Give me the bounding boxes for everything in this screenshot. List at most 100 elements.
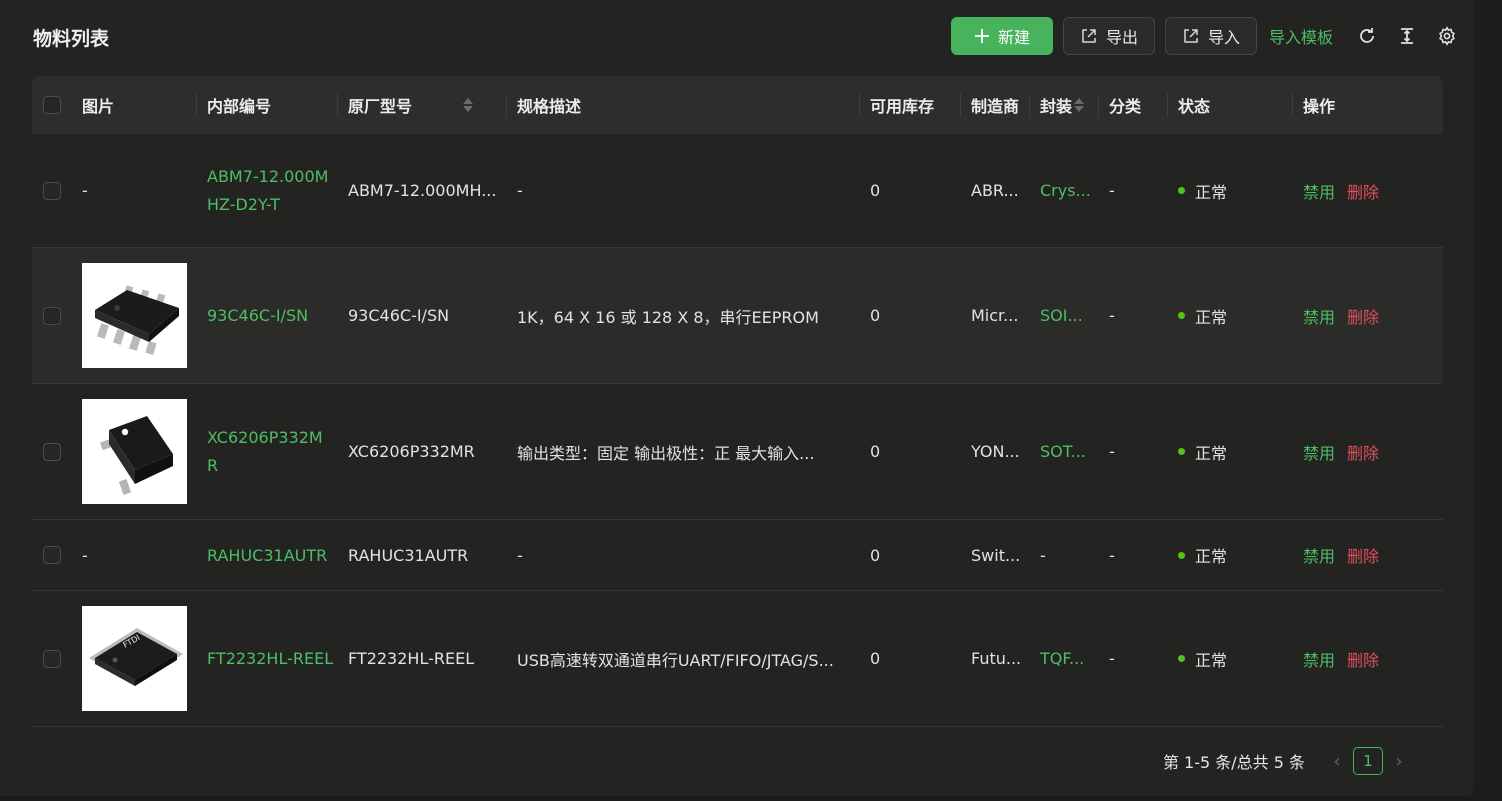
part-image-sot23[interactable]: [82, 399, 187, 504]
mfr-part: XC6206P332MR: [348, 442, 475, 461]
table-row[interactable]: - ABM7-12.000MHZ-D2Y-T ABM7-12.000MH... …: [32, 134, 1443, 248]
row-actions: 禁用 删除: [1303, 248, 1391, 383]
new-button-label: 新建: [997, 28, 1030, 47]
disable-button[interactable]: 禁用: [1303, 543, 1335, 567]
table-row[interactable]: - RAHUC31AUTR RAHUC31AUTR - 0 Swit... - …: [32, 520, 1443, 591]
spec-text: -: [517, 181, 523, 200]
column-header-mfr-part-label: 原厂型号: [348, 97, 413, 116]
page-button-current[interactable]: 1: [1353, 747, 1383, 775]
column-header-image: 图片: [82, 97, 115, 116]
delete-button[interactable]: 删除: [1347, 440, 1379, 464]
spec-text: -: [517, 545, 523, 565]
row-checkbox[interactable]: [43, 306, 61, 325]
category: -: [1109, 181, 1115, 200]
package-link[interactable]: Crys...: [1040, 134, 1092, 247]
pagination: 第 1-5 条/总共 5 条 ‹ 1 ›: [1163, 745, 1415, 777]
column-divider: [1292, 93, 1293, 117]
table-row[interactable]: FTDI FT2232HL-REEL FT2232HL-REEL USB高速转双…: [32, 591, 1443, 727]
disable-button[interactable]: 禁用: [1303, 647, 1335, 671]
stock-value: 0: [870, 306, 881, 325]
internal-no-link[interactable]: XC6206P332MR: [207, 384, 329, 519]
sort-icon[interactable]: [1074, 98, 1085, 112]
page-title: 物料列表: [33, 28, 110, 50]
package-link[interactable]: SOT...: [1040, 384, 1092, 519]
stock-value: 0: [870, 545, 881, 565]
row-density-icon[interactable]: [1396, 25, 1418, 47]
row-checkbox[interactable]: [43, 181, 61, 200]
status-dot-icon: [1178, 187, 1185, 194]
row-checkbox[interactable]: [43, 649, 61, 668]
part-image-soic8[interactable]: [82, 263, 187, 368]
row-actions: 禁用 删除: [1303, 134, 1391, 247]
import-icon: [1184, 29, 1198, 43]
table-row[interactable]: 93C46C-I/SN 93C46C-I/SN 1K，64 X 16 或 128…: [32, 248, 1443, 384]
row-checkbox[interactable]: [43, 442, 61, 461]
status-dot-icon: [1178, 655, 1185, 662]
prev-page-chevron-icon[interactable]: ‹: [1325, 751, 1349, 772]
status-badge: 正常: [1178, 384, 1227, 519]
row-actions: 禁用 删除: [1303, 520, 1391, 590]
stock-value: 0: [870, 649, 881, 668]
column-header-stock: 可用库存: [870, 97, 935, 116]
status-dot-icon: [1178, 551, 1185, 559]
status-text: 正常: [1195, 182, 1228, 202]
import-button-label: 导入: [1207, 28, 1240, 47]
column-divider: [196, 93, 197, 117]
status-badge: 正常: [1178, 134, 1227, 247]
column-header-category: 分类: [1109, 97, 1142, 116]
select-all-checkbox[interactable]: [43, 96, 61, 114]
package-text: -: [1040, 545, 1046, 565]
manufacturer: Micr...: [971, 306, 1019, 325]
status-text: 正常: [1195, 443, 1228, 463]
new-button[interactable]: 新建: [950, 17, 1053, 55]
next-page-chevron-icon[interactable]: ›: [1387, 751, 1411, 772]
category: -: [1109, 649, 1115, 668]
mfr-part: 93C46C-I/SN: [348, 306, 450, 325]
import-template-link[interactable]: 导入模板: [1269, 24, 1333, 48]
toolbar: 新建 导出 导入 导入模板: [950, 16, 1474, 56]
disable-button[interactable]: 禁用: [1303, 304, 1335, 328]
disable-button[interactable]: 禁用: [1303, 179, 1335, 203]
internal-no-link[interactable]: RAHUC31AUTR: [207, 520, 335, 590]
stock-value: 0: [870, 181, 881, 200]
delete-button[interactable]: 删除: [1347, 304, 1379, 328]
package-link[interactable]: SOI...: [1040, 248, 1092, 383]
plus-icon: [974, 29, 989, 43]
select-all-checkbox-cell: [43, 76, 61, 134]
internal-no-link[interactable]: 93C46C-I/SN: [207, 248, 329, 383]
delete-button[interactable]: 删除: [1347, 647, 1379, 671]
settings-gear-icon[interactable]: [1436, 25, 1458, 47]
delete-button[interactable]: 删除: [1347, 179, 1379, 203]
table-row[interactable]: XC6206P332MR XC6206P332MR 输出类型：固定 输出极性：正…: [32, 384, 1443, 520]
row-actions: 禁用 删除: [1303, 591, 1391, 726]
spec-text: USB高速转双通道串行UART/FIFO/JTAG/S...: [517, 650, 834, 670]
export-button[interactable]: 导出: [1062, 17, 1155, 55]
import-button[interactable]: 导入: [1164, 17, 1257, 55]
manufacturer: YON...: [971, 442, 1020, 461]
spec-text: 1K，64 X 16 或 128 X 8，串行EEPROM: [517, 307, 819, 327]
part-image-tqfp[interactable]: FTDI: [82, 606, 187, 711]
status-badge: 正常: [1178, 591, 1227, 726]
column-header-actions: 操作: [1303, 97, 1336, 116]
column-header-package[interactable]: 封装: [1040, 76, 1085, 134]
row-actions: 禁用 删除: [1303, 384, 1391, 519]
disable-button[interactable]: 禁用: [1303, 440, 1335, 464]
column-divider: [337, 93, 338, 117]
row-checkbox[interactable]: [43, 546, 61, 564]
column-divider: [1167, 93, 1168, 117]
internal-no-link[interactable]: FT2232HL-REEL: [207, 591, 335, 726]
table-header: 图片 内部编号 原厂型号 规格描述 可用库存 制造商 封装 分类 状态 操作: [32, 76, 1443, 134]
material-table: 图片 内部编号 原厂型号 规格描述 可用库存 制造商 封装 分类 状态 操作 -…: [32, 76, 1443, 727]
stock-value: 0: [870, 442, 881, 461]
column-header-internal-no: 内部编号: [207, 97, 272, 116]
column-divider: [506, 93, 507, 117]
delete-button[interactable]: 删除: [1347, 543, 1379, 567]
refresh-icon[interactable]: [1356, 25, 1378, 47]
package-link[interactable]: TQF...: [1040, 591, 1092, 726]
sort-icon[interactable]: [463, 98, 474, 112]
column-divider: [960, 93, 961, 117]
mfr-part: ABM7-12.000MH...: [348, 181, 497, 200]
column-header-package-label: 封装: [1040, 97, 1073, 116]
internal-no-link[interactable]: ABM7-12.000MHZ-D2Y-T: [207, 134, 329, 247]
column-header-mfr-part[interactable]: 原厂型号: [348, 76, 474, 134]
